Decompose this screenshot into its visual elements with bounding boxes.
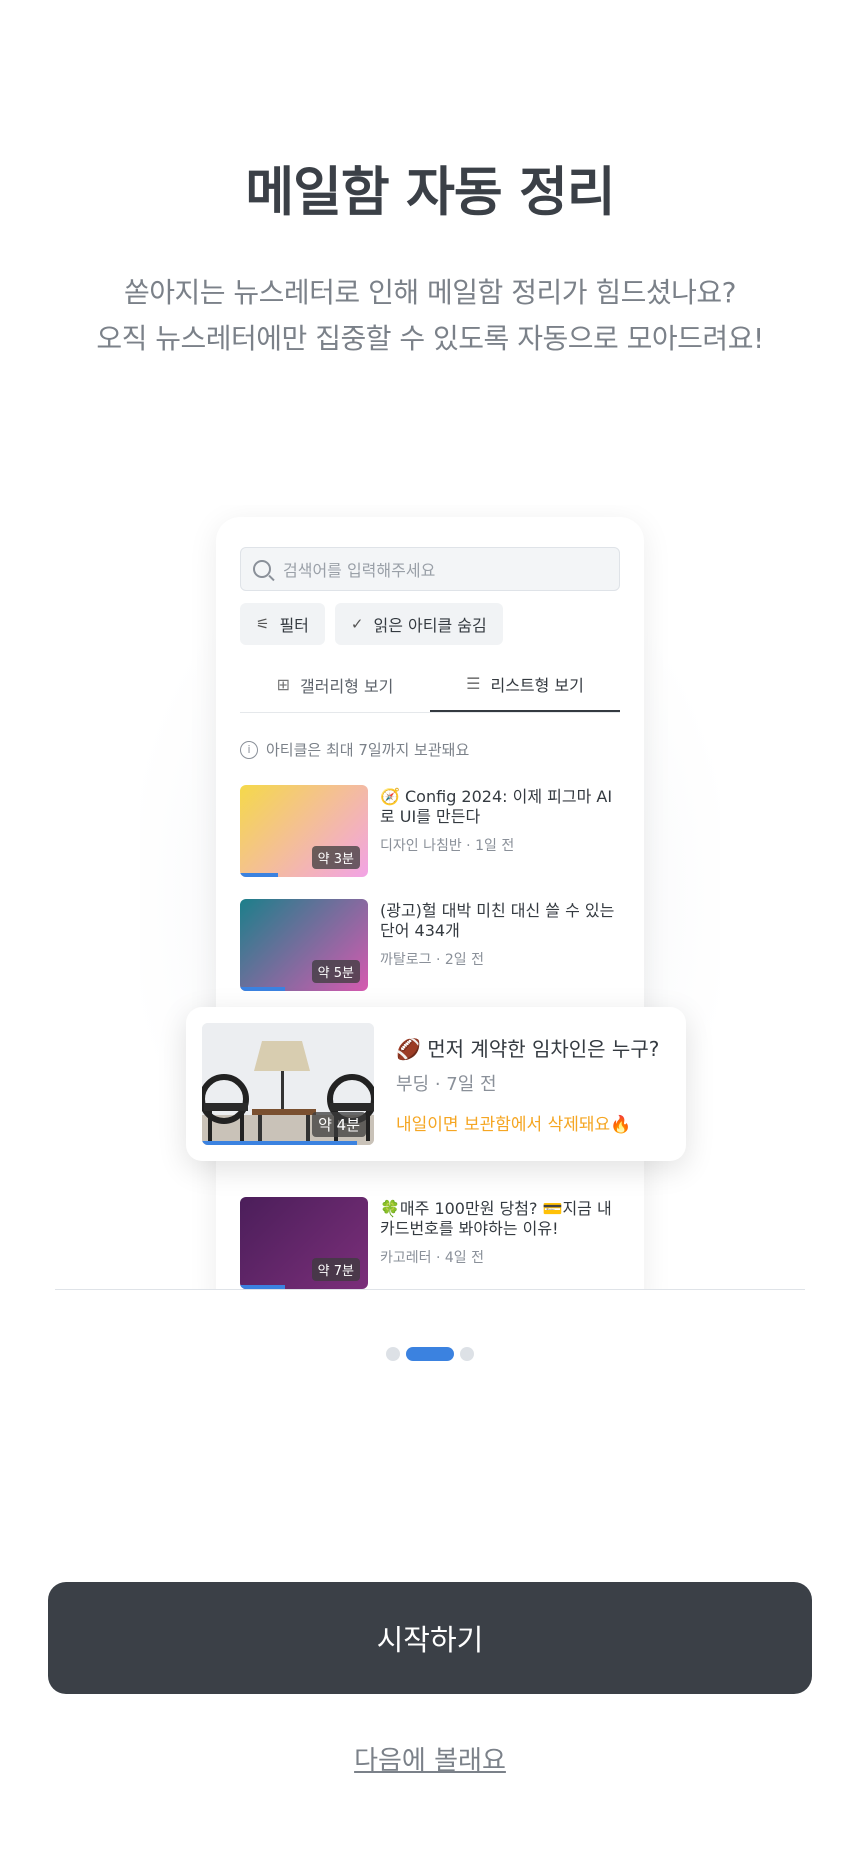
later-link[interactable]: 다음에 볼래요: [0, 1740, 860, 1777]
info-icon: i: [240, 740, 258, 759]
tab-gallery: ⊞ 갤러리형 보기: [276, 675, 394, 696]
deletion-warning: 내일이면 보관함에서 삭제돼요🔥: [396, 1114, 632, 1135]
filter-chip: ⚟ 필터: [240, 603, 325, 645]
search-bar: 검색어를 입력해주세요: [240, 547, 620, 591]
check-icon: ✓: [350, 615, 364, 633]
start-button[interactable]: 시작하기: [48, 1582, 812, 1694]
page-title: 메일함 자동 정리: [245, 162, 615, 223]
view-tabs: ⊞ 갤러리형 보기 ☰ 리스트형 보기: [240, 657, 620, 713]
page-dot-active: [406, 1347, 454, 1361]
page-subtitle: 쏟아지는 뉴스레터로 인해 메일함 정리가 힘드셨나요? 오직 뉴스레터에만 집…: [96, 276, 764, 355]
read-progress: [240, 987, 285, 991]
search-icon: [253, 560, 271, 578]
phone-preview: 검색어를 입력해주세요 ⚟ 필터 ✓ 읽은 아티클 숨김 ⊞ 갤러리형 보기 ☰…: [216, 517, 644, 1290]
page-dot: [386, 1347, 400, 1361]
article-thumbnail: 약 3분: [240, 785, 368, 877]
list-icon: ☰: [466, 674, 481, 693]
read-progress: [240, 873, 279, 877]
list-item: 약 7분 🍀매주 100만원 당첨? 💳지금 내 카드번호를 봐야하는 이유! …: [240, 1197, 620, 1289]
divider: [55, 1289, 805, 1290]
grid-icon: ⊞: [276, 675, 290, 694]
page-indicator: [0, 1347, 860, 1361]
article-thumbnail: 약 5분: [240, 899, 368, 991]
article-thumbnail: 약 7분: [240, 1197, 368, 1289]
retention-notice: i 아티클은 최대 7일까지 보관돼요: [240, 739, 469, 760]
list-item: 약 3분 🧭 Config 2024: 이제 피그마 AI로 UI를 만든다 디…: [240, 785, 620, 877]
article-thumbnail: 약 4분: [202, 1023, 374, 1145]
read-progress: [202, 1141, 357, 1145]
list-item: 약 5분 (광고)헐 대박 미친 대신 쓸 수 있는 단어 434개 까탈로그 …: [240, 899, 620, 991]
hide-read-chip: ✓ 읽은 아티클 숨김: [334, 603, 503, 645]
onboarding-illustration: 검색어를 입력해주세요 ⚟ 필터 ✓ 읽은 아티클 숨김 ⊞ 갤러리형 보기 ☰…: [0, 505, 860, 1290]
expiring-article-card: 약 4분 🏈 먼저 계약한 임차인은 누구? 부딩 · 7일 전 내일이면 보관…: [186, 1007, 686, 1161]
sliders-icon: ⚟: [256, 615, 270, 633]
tab-list: ☰ 리스트형 보기: [430, 657, 620, 712]
page-dot: [460, 1347, 474, 1361]
